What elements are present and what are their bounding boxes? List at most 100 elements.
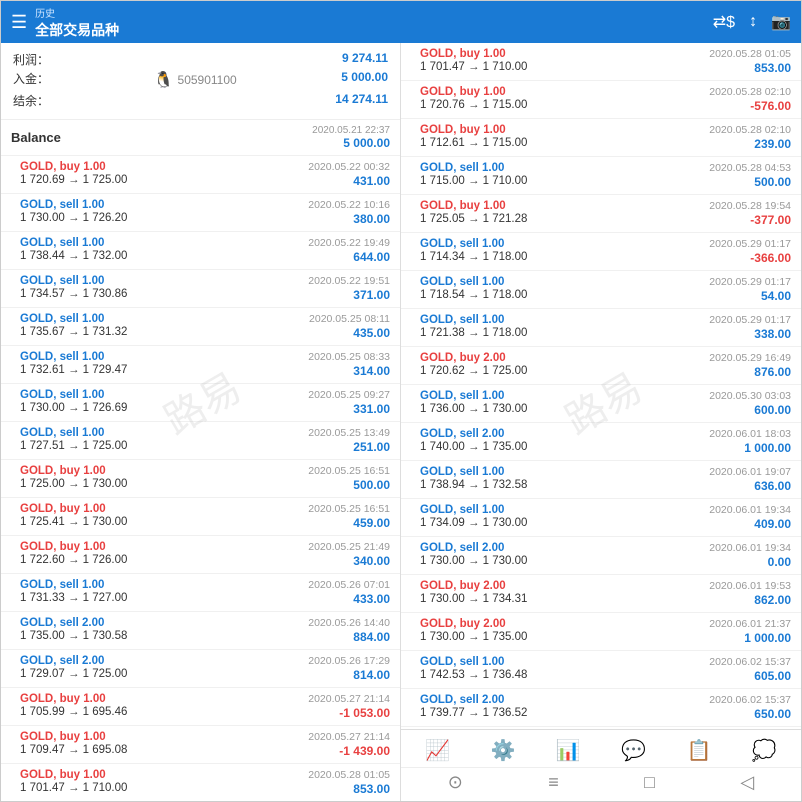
right-trade-list[interactable]: GOLD, buy 1.00 2020.05.28 01:05 1 701.47…	[401, 43, 801, 729]
trade-content: GOLD, buy 1.00 2020.05.25 16:51 1 725.41…	[20, 503, 390, 530]
trade-content: GOLD, buy 1.00 2020.05.25 16:51 1 725.00…	[20, 465, 390, 492]
trade-prices: 1 715.00 → 1 710.00 500.00	[420, 175, 791, 189]
trade-date: 2020.05.29 01:17	[709, 314, 791, 326]
trade-date: 2020.05.25 13:49	[308, 427, 390, 439]
trade-item: GOLD, sell 2.00 2020.06.01 19:34 1 730.0…	[401, 537, 801, 575]
trade-row: GOLD, buy 1.00 2020.05.28 01:05 1 701.47…	[411, 48, 791, 75]
trade-row: GOLD, sell 1.00 2020.05.25 08:11 1 735.6…	[11, 313, 390, 340]
stats-area: 利润： 9 274.11 入金： 🐧 505901100 5 000.00 结余…	[1, 43, 400, 120]
trade-date: 2020.06.01 19:34	[709, 504, 791, 516]
trade-date: 2020.05.27 21:14	[308, 693, 390, 705]
trade-item: GOLD, buy 2.00 2020.06.01 21:37 1 730.00…	[401, 613, 801, 651]
bottom-toolbar-top: 📈 ⚙️ 📊 💬 📋 💭	[401, 730, 801, 768]
trade-price-range: 1 734.57 → 1 730.86	[20, 288, 127, 302]
trade-header: GOLD, sell 1.00 2020.05.26 07:01	[20, 579, 390, 591]
balance-entry-value: 5 000.00	[312, 136, 390, 150]
currency-icon[interactable]: ⇄$	[713, 12, 735, 32]
home-icon[interactable]: ⊙	[448, 772, 463, 793]
trade-row: GOLD, sell 1.00 2020.05.25 13:49 1 727.5…	[11, 427, 390, 454]
trade-date: 2020.05.28 02:10	[709, 124, 791, 136]
trade-price-range: 1 730.00 → 1 730.00	[420, 555, 527, 569]
trade-price-range: 1 736.00 → 1 730.00	[420, 403, 527, 417]
trade-prices: 1 730.00 → 1 735.00 1 000.00	[420, 631, 791, 645]
trade-date: 2020.05.22 00:32	[308, 161, 390, 173]
balance-label: 结余：	[13, 92, 49, 109]
trade-date: 2020.06.01 18:03	[709, 428, 791, 440]
trade-date: 2020.05.28 01:05	[709, 48, 791, 60]
trade-profit: 884.00	[353, 630, 390, 644]
trade-price-range: 1 725.00 → 1 730.00	[20, 478, 127, 492]
trade-content: GOLD, buy 1.00 2020.05.27 21:14 1 705.99…	[20, 693, 390, 720]
trade-price-range: 1 732.61 → 1 729.47	[20, 364, 127, 378]
trade-type: GOLD, sell 1.00	[20, 275, 104, 287]
trade-price-range: 1 718.54 → 1 718.00	[420, 289, 527, 303]
trade-price-range: 1 730.00 → 1 726.20	[20, 212, 127, 226]
trade-prices: 1 730.00 → 1 726.20 380.00	[20, 212, 390, 226]
trade-content: GOLD, sell 1.00 2020.05.26 07:01 1 731.3…	[20, 579, 390, 606]
sort-icon[interactable]: ↕	[749, 13, 757, 31]
trade-item: GOLD, sell 1.00 2020.05.28 04:53 1 715.0…	[401, 157, 801, 195]
settings-icon[interactable]: ⚙️	[491, 738, 516, 763]
menu-icon[interactable]: ☰	[11, 12, 27, 33]
trade-row: GOLD, buy 1.00 2020.05.27 21:14 1 709.47…	[11, 731, 390, 758]
trade-content: GOLD, buy 1.00 2020.05.27 21:14 1 709.47…	[20, 731, 390, 758]
trade-item: GOLD, sell 1.00 2020.05.29 01:17 1 714.3…	[401, 233, 801, 271]
left-panel: 利润： 9 274.11 入金： 🐧 505901100 5 000.00 结余…	[1, 43, 401, 801]
square-icon[interactable]: □	[644, 772, 655, 793]
chat-icon[interactable]: 💭	[752, 738, 777, 763]
back-icon[interactable]: ◁	[740, 772, 754, 793]
list-icon[interactable]: 📋	[687, 738, 712, 763]
menu-nav-icon[interactable]: ≡	[548, 772, 559, 793]
trade-prices: 1 705.99 → 1 695.46 -1 053.00	[20, 706, 390, 720]
trade-content: GOLD, buy 2.00 2020.05.29 16:49 1 720.62…	[420, 352, 791, 379]
trade-row: GOLD, sell 1.00 2020.05.30 03:03 1 736.0…	[411, 390, 791, 417]
trade-profit: 435.00	[353, 326, 390, 340]
trade-row: GOLD, buy 1.00 2020.05.28 02:10 1 720.76…	[411, 86, 791, 113]
trend-icon[interactable]: 📊	[556, 738, 581, 763]
message-icon[interactable]: 💬	[621, 738, 646, 763]
trade-item: GOLD, sell 2.00 2020.05.26 14:40 1 735.0…	[1, 612, 400, 650]
trade-item: GOLD, sell 1.00 2020.06.01 19:34 1 734.0…	[401, 499, 801, 537]
app-container: ☰ 历史 全部交易品种 ⇄$ ↕ 📷 利润： 9 274.11 入金：	[0, 0, 802, 802]
header: ☰ 历史 全部交易品种 ⇄$ ↕ 📷	[1, 1, 801, 43]
deposit-label: 入金：	[13, 70, 49, 90]
trade-date: 2020.06.02 15:37	[709, 694, 791, 706]
trade-date: 2020.05.29 01:17	[709, 276, 791, 288]
balance-entry: Balance 2020.05.21 22:37 5 000.00	[1, 120, 400, 156]
trade-row: GOLD, sell 2.00 2020.06.01 19:34 1 730.0…	[411, 542, 791, 569]
trade-content: GOLD, sell 1.00 2020.05.25 13:49 1 727.5…	[20, 427, 390, 454]
trade-date: 2020.05.28 04:53	[709, 162, 791, 174]
trade-price-range: 1 739.77 → 1 736.52	[420, 707, 527, 721]
trade-prices: 1 701.47 → 1 710.00 853.00	[20, 782, 390, 796]
chart-icon[interactable]: 📈	[425, 738, 450, 763]
trade-prices: 1 720.69 → 1 725.00 431.00	[20, 174, 390, 188]
trade-profit: 371.00	[353, 288, 390, 302]
trade-item: GOLD, sell 1.00 2020.06.01 19:07 1 738.9…	[401, 461, 801, 499]
trade-price-range: 1 725.41 → 1 730.00	[20, 516, 127, 530]
trade-prices: 1 721.38 → 1 718.00 338.00	[420, 327, 791, 341]
trade-type: GOLD, sell 2.00	[420, 694, 504, 706]
trade-content: GOLD, sell 2.00 2020.05.26 17:29 1 729.0…	[20, 655, 390, 682]
trade-profit: 644.00	[353, 250, 390, 264]
header-title-area: 历史 全部交易品种	[35, 5, 713, 40]
trade-header: GOLD, sell 1.00 2020.05.29 01:17	[420, 238, 791, 250]
trade-content: GOLD, buy 2.00 2020.06.01 21:37 1 730.00…	[420, 618, 791, 645]
calendar-icon[interactable]: 📷	[771, 12, 791, 32]
trade-type: GOLD, sell 1.00	[20, 237, 104, 249]
trade-content: GOLD, buy 1.00 2020.05.28 01:05 1 701.47…	[20, 769, 390, 796]
trade-item: GOLD, sell 2.00 2020.06.02 15:37 1 739.7…	[401, 689, 801, 727]
trade-row: GOLD, sell 1.00 2020.05.22 10:16 1 730.0…	[11, 199, 390, 226]
trade-date: 2020.05.30 03:03	[709, 390, 791, 402]
trade-content: GOLD, sell 2.00 2020.06.01 19:34 1 730.0…	[420, 542, 791, 569]
trade-header: GOLD, sell 2.00 2020.06.01 19:34	[420, 542, 791, 554]
trade-type: GOLD, buy 1.00	[420, 86, 506, 98]
trade-date: 2020.05.25 16:51	[308, 465, 390, 477]
trade-prices: 1 714.34 → 1 718.00 -366.00	[420, 251, 791, 265]
trade-date: 2020.05.28 01:05	[308, 769, 390, 781]
trade-item: GOLD, sell 1.00 2020.05.22 19:51 1 734.5…	[1, 270, 400, 308]
trade-date: 2020.06.01 19:34	[709, 542, 791, 554]
trade-prices: 1 712.61 → 1 715.00 239.00	[420, 137, 791, 151]
left-trade-list[interactable]: Balance 2020.05.21 22:37 5 000.00 GOLD, …	[1, 120, 400, 801]
trade-row: GOLD, sell 2.00 2020.05.26 14:40 1 735.0…	[11, 617, 390, 644]
trade-header: GOLD, sell 1.00 2020.05.25 09:27	[20, 389, 390, 401]
